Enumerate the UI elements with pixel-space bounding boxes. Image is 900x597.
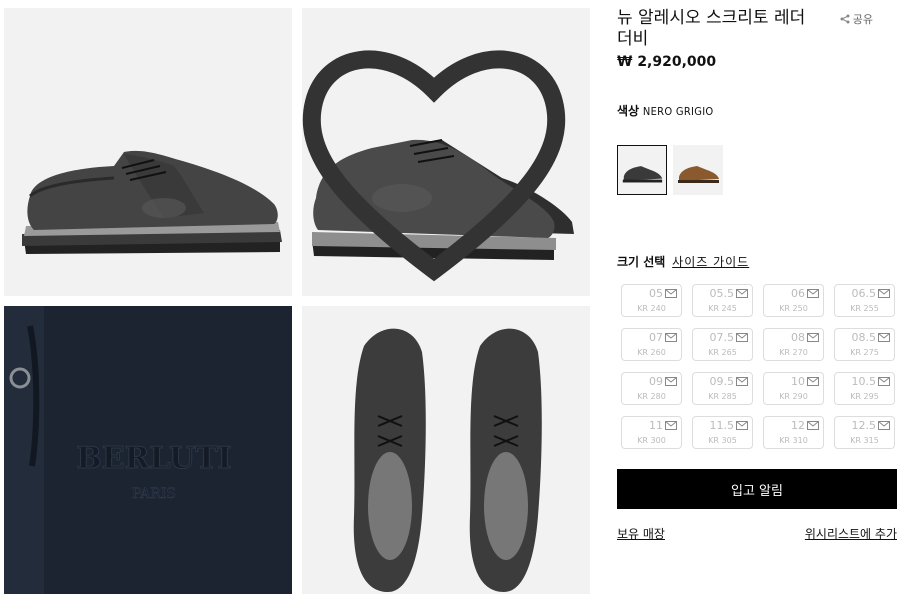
mail-icon [807,421,819,430]
size-guide-link[interactable]: 사이즈 가이드 [672,255,749,269]
size-kr: KR 270 [779,348,808,357]
size-eu: 09 [649,375,663,388]
action-links: 보유 매장 위시리스트에 추가 [617,525,897,542]
size-eu: 05.5 [709,287,735,300]
size-option[interactable]: 11 KR 300 [621,416,682,449]
size-eu: 08 [791,331,805,344]
leather-logo-text: BERLUTI [76,441,231,476]
size-option[interactable]: 10.5 KR 295 [834,372,895,405]
mail-icon [807,377,819,386]
size-option[interactable]: 12 KR 310 [763,416,824,449]
size-grid: 05 KR 240 05.5 KR 245 06 KR 250 06.5 KR 255 07 KR… [621,284,897,449]
mail-icon [736,333,748,342]
product-price: ₩ 2,920,000 [617,54,717,70]
add-to-wishlist-link[interactable]: 위시리스트에 추가 [805,525,897,542]
mail-icon [736,377,748,386]
mail-icon [665,377,677,386]
size-option[interactable]: 05 KR 240 [621,284,682,317]
mail-icon [878,377,890,386]
size-eu: 05 [649,287,663,300]
product-info-panel: 뉴 알레시오 스크리토 레더 더비 공유 ₩ 2,920,000 색상 NERO… [617,8,897,542]
size-kr: KR 275 [850,348,879,357]
size-option[interactable]: 11.5 KR 305 [692,416,753,449]
color-swatches [617,145,897,195]
size-kr: KR 315 [850,436,879,445]
notify-button[interactable]: 입고 알림 [617,469,897,509]
mail-icon [665,289,677,298]
size-option[interactable]: 05.5 KR 245 [692,284,753,317]
swatch-nero-grigio[interactable] [617,145,667,195]
mail-icon [736,421,748,430]
size-eu: 11.5 [709,419,735,432]
share-label: 공유 [852,13,873,26]
mail-icon [665,421,677,430]
product-image-leather-detail[interactable]: BERLUTI PARIS [4,306,292,594]
color-value: NERO GRIGIO [642,105,714,118]
color-label: 색상 [617,104,640,118]
leather-sub-text: PARIS [132,486,176,502]
size-eu: 08.5 [851,331,877,344]
size-option[interactable]: 08 KR 270 [763,328,824,361]
size-kr: KR 295 [850,392,879,401]
size-eu: 12.5 [851,419,877,432]
size-option[interactable]: 09 KR 280 [621,372,682,405]
size-kr: KR 265 [708,348,737,357]
swatch-brown-shoe-icon [678,166,719,183]
product-image-side[interactable] [4,8,292,296]
size-eu: 07.5 [709,331,735,344]
product-title: 뉴 알레시오 스크리토 레더 더비 [617,8,806,49]
size-kr: KR 310 [779,436,808,445]
size-option[interactable]: 09.5 KR 285 [692,372,753,405]
size-kr: KR 255 [850,304,879,313]
size-kr: KR 290 [779,392,808,401]
size-eu: 09.5 [709,375,735,388]
size-label: 크기 선택 [617,255,666,269]
size-option[interactable]: 06.5 KR 255 [834,284,895,317]
shoe-side-illustration [22,150,282,254]
size-eu: 06.5 [851,287,877,300]
size-kr: KR 300 [637,436,666,445]
mail-icon [878,289,890,298]
size-kr: KR 260 [637,348,666,357]
mail-icon [878,333,890,342]
leather-logo-illustration: BERLUTI PARIS [4,306,292,594]
size-kr: KR 240 [637,304,666,313]
size-eu: 10.5 [851,375,877,388]
size-kr: KR 285 [708,392,737,401]
share-button[interactable]: 공유 [840,11,873,27]
mail-icon [807,333,819,342]
swatch-brown[interactable] [673,145,723,195]
mail-icon [736,289,748,298]
store-availability-link[interactable]: 보유 매장 [617,525,665,542]
size-option[interactable]: 07.5 KR 265 [692,328,753,361]
size-kr: KR 250 [779,304,808,313]
size-eu: 06 [791,287,805,300]
color-row: 색상 NERO GRIGIO [617,102,897,119]
size-kr: KR 305 [708,436,737,445]
size-eu: 10 [791,375,805,388]
swatch-dark-shoe-icon [622,166,663,183]
size-eu: 07 [649,331,663,344]
size-eu: 12 [791,419,805,432]
mail-icon [665,333,677,342]
mail-icon [807,289,819,298]
product-image-angle[interactable] [302,8,590,296]
wishlist-heart-icon[interactable] [302,18,578,296]
size-option[interactable]: 08.5 KR 275 [834,328,895,361]
size-eu: 11 [649,419,663,432]
mail-icon [878,421,890,430]
size-option[interactable]: 07 KR 260 [621,328,682,361]
size-header: 크기 선택 사이즈 가이드 [617,253,897,270]
shoe-top-illustration [353,328,542,592]
size-option[interactable]: 12.5 KR 315 [834,416,895,449]
size-option[interactable]: 10 KR 290 [763,372,824,405]
share-icon [840,14,850,24]
size-kr: KR 245 [708,304,737,313]
size-kr: KR 280 [637,392,666,401]
size-option[interactable]: 06 KR 250 [763,284,824,317]
product-image-top[interactable] [302,306,590,594]
